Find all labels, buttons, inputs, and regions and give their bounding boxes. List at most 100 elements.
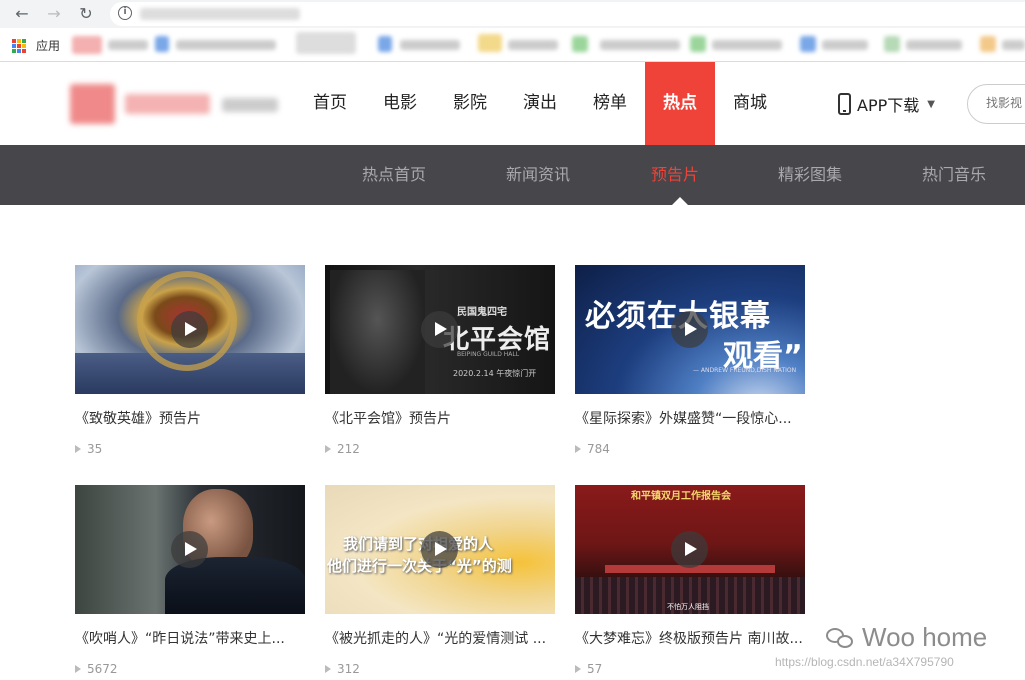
thumb-text: 他们进行一次关于“光”的测 <box>327 557 512 575</box>
bookmark-blurred[interactable] <box>600 40 680 50</box>
search-input[interactable] <box>986 96 1025 110</box>
bookmark-blurred[interactable] <box>712 40 782 50</box>
play-count-icon <box>575 665 581 673</box>
nav-home[interactable]: 首页 <box>295 62 365 145</box>
apps-label[interactable]: 应用 <box>36 37 60 54</box>
sub-nav: 热点首页 新闻资讯 预告片 精彩图集 热门音乐 <box>0 145 1025 205</box>
video-card[interactable]: 《致敬英雄》预告片 35 <box>75 265 305 456</box>
play-icon[interactable] <box>671 531 708 568</box>
site-logo[interactable] <box>70 84 115 124</box>
subnav-galleries[interactable]: 精彩图集 <box>778 145 842 205</box>
nav-hot[interactable]: 热点 <box>645 62 715 145</box>
bookmark-blurred[interactable] <box>478 34 502 52</box>
search-box[interactable] <box>967 84 1025 124</box>
bookmark-blurred[interactable] <box>72 36 102 54</box>
subnav-news[interactable]: 新闻资讯 <box>506 145 570 205</box>
view-count-value: 212 <box>337 442 360 456</box>
watermark-url: https://blog.csdn.net/a34X795790 <box>775 655 954 669</box>
app-download-dropdown[interactable]: APP下载 ▼ <box>838 91 935 117</box>
video-title[interactable]: 《大梦难忘》终极版预告片 南川故... <box>575 628 805 648</box>
subnav-trailers[interactable]: 预告片 <box>651 145 699 205</box>
phone-icon <box>838 93 851 115</box>
view-count: 5672 <box>75 662 305 676</box>
bookmark-blurred[interactable] <box>884 36 900 52</box>
info-icon[interactable]: i <box>118 6 132 20</box>
subnav-hot-home[interactable]: 热点首页 <box>362 145 426 205</box>
play-count-icon <box>75 445 81 453</box>
reload-icon[interactable]: ↻ <box>76 4 96 24</box>
thumb-text: 我们请到了对相爱的人 <box>343 535 494 553</box>
address-bar[interactable]: i <box>110 2 1025 26</box>
bookmark-blurred[interactable] <box>155 36 169 52</box>
video-title[interactable]: 《吹哨人》“昨日说法”带来史上... <box>75 628 305 648</box>
thumb-text: 2020.2.14 午夜惊门开 <box>453 369 537 378</box>
bookmark-blurred[interactable] <box>690 36 706 52</box>
app-download-label: APP下载 <box>857 96 920 115</box>
back-icon[interactable]: ← <box>12 4 32 24</box>
video-title[interactable]: 《星际探索》外媒盛赞“一段惊心... <box>575 408 805 428</box>
video-card[interactable]: 民国鬼四宅 北平会馆 BEIPING GUILD HALL 2020.2.14 … <box>325 265 555 456</box>
play-icon[interactable] <box>171 531 208 568</box>
address-url-blurred <box>140 8 300 20</box>
nav-cinemas[interactable]: 影院 <box>435 62 505 145</box>
bookmark-blurred[interactable] <box>572 36 588 52</box>
video-title[interactable]: 《致敬英雄》预告片 <box>75 408 305 428</box>
play-icon[interactable] <box>671 311 708 348</box>
bookmark-blurred[interactable] <box>980 36 996 52</box>
bookmark-blurred[interactable] <box>400 40 460 50</box>
subnav-music[interactable]: 热门音乐 <box>922 145 986 205</box>
video-thumbnail[interactable] <box>75 265 305 394</box>
watermark-brand: Woo home <box>826 622 987 653</box>
view-count-value: 35 <box>87 442 103 456</box>
bookmark-blurred[interactable] <box>176 40 276 50</box>
video-thumbnail[interactable]: 必须在大银幕 观看” — ANDREW FREUND,DISH NATION <box>575 265 805 394</box>
bookmark-blurred[interactable] <box>378 36 392 52</box>
view-count-value: 312 <box>337 662 360 676</box>
bookmark-blurred[interactable] <box>508 40 558 50</box>
watermark-text: Woo home <box>862 622 988 652</box>
wechat-icon <box>826 626 856 650</box>
video-thumbnail[interactable] <box>75 485 305 614</box>
video-title[interactable]: 《被光抓走的人》“光的爱情测试 ... <box>325 628 555 648</box>
site-logo-text[interactable] <box>125 94 210 114</box>
main-nav: 首页 电影 影院 演出 榜单 热点 商城 <box>295 62 785 145</box>
thumb-text: 不怕万人阻挡 <box>667 603 709 611</box>
play-icon[interactable] <box>421 311 458 348</box>
play-icon[interactable] <box>421 531 458 568</box>
view-count: 57 <box>575 662 805 676</box>
thumb-text: — ANDREW FREUND,DISH NATION <box>693 367 797 374</box>
forward-icon[interactable]: → <box>44 4 64 24</box>
nav-rankings[interactable]: 榜单 <box>575 62 645 145</box>
nav-movies[interactable]: 电影 <box>365 62 435 145</box>
video-thumbnail[interactable]: 民国鬼四宅 北平会馆 BEIPING GUILD HALL 2020.2.14 … <box>325 265 555 394</box>
video-title[interactable]: 《北平会馆》预告片 <box>325 408 555 428</box>
video-thumbnail[interactable]: 和平镇双月工作报告会 不怕万人阻挡 <box>575 485 805 614</box>
video-card[interactable]: 我们请到了对相爱的人 他们进行一次关于“光”的测 《被光抓走的人》“光的爱情测试… <box>325 485 555 676</box>
thumb-text: 和平镇双月工作报告会 <box>631 491 731 502</box>
caret-down-icon: ▼ <box>927 98 935 110</box>
bookmark-blurred[interactable] <box>1002 40 1025 50</box>
apps-icon[interactable] <box>12 39 26 53</box>
bookmark-blurred[interactable] <box>800 36 816 52</box>
view-count: 784 <box>575 442 805 456</box>
video-thumbnail[interactable]: 我们请到了对相爱的人 他们进行一次关于“光”的测 <box>325 485 555 614</box>
view-count-value: 784 <box>587 442 610 456</box>
thumb-text: 民国鬼四宅 <box>457 307 507 318</box>
nav-shows[interactable]: 演出 <box>505 62 575 145</box>
site-slogan <box>222 98 278 112</box>
video-card[interactable]: 《吹哨人》“昨日说法”带来史上... 5672 <box>75 485 305 676</box>
browser-toolbar: ← → ↻ i <box>0 0 1025 28</box>
nav-mall[interactable]: 商城 <box>715 62 785 145</box>
thumb-text: BEIPING GUILD HALL <box>457 351 520 358</box>
bookmark-blurred[interactable] <box>906 40 962 50</box>
view-count: 212 <box>325 442 555 456</box>
play-count-icon <box>75 665 81 673</box>
bookmark-blurred[interactable] <box>108 40 148 50</box>
active-indicator <box>672 197 688 205</box>
play-count-icon <box>325 665 331 673</box>
bookmark-blurred[interactable] <box>296 32 356 54</box>
bookmark-blurred[interactable] <box>822 40 868 50</box>
play-icon[interactable] <box>171 311 208 348</box>
video-card[interactable]: 必须在大银幕 观看” — ANDREW FREUND,DISH NATION 《… <box>575 265 805 456</box>
video-card[interactable]: 和平镇双月工作报告会 不怕万人阻挡 《大梦难忘》终极版预告片 南川故... 57 <box>575 485 805 676</box>
